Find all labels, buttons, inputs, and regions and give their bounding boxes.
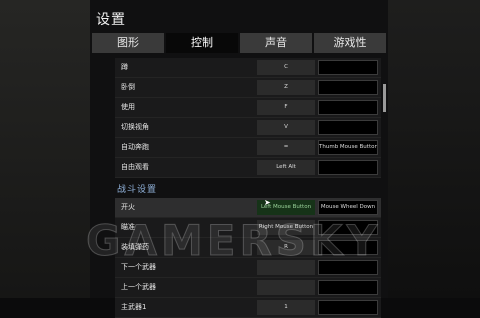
binding-label: 蹲 bbox=[121, 63, 128, 71]
binding-label: 开火 bbox=[121, 203, 135, 211]
tab-audio[interactable]: 声音 bbox=[240, 33, 312, 53]
primary-key-slot[interactable]: C bbox=[257, 60, 315, 75]
background-left bbox=[0, 0, 90, 298]
primary-key-slot[interactable]: Left Alt bbox=[257, 160, 315, 175]
tab-controls[interactable]: 控制 bbox=[166, 33, 238, 53]
binding-row-fire: 开火 Left Mouse Button Mouse Wheel Down bbox=[115, 198, 381, 218]
primary-key-slot[interactable]: Z bbox=[257, 80, 315, 95]
tab-gameplay[interactable]: 游戏性 bbox=[314, 33, 386, 53]
secondary-key-slot[interactable] bbox=[318, 80, 378, 95]
secondary-key-slot[interactable] bbox=[318, 120, 378, 135]
primary-key-slot[interactable]: V bbox=[257, 120, 315, 135]
binding-row-auto-run: 自动奔跑 = Thumb Mouse Button bbox=[115, 138, 381, 158]
binding-row-free-look: 自由观看 Left Alt bbox=[115, 158, 381, 178]
binding-row-use: 使用 F bbox=[115, 98, 381, 118]
binding-row-prone: 卧倒 Z bbox=[115, 78, 381, 98]
primary-key-slot[interactable] bbox=[257, 280, 315, 295]
primary-key-slot[interactable]: 1 bbox=[257, 300, 315, 315]
binding-row-crouch: 蹲 C bbox=[115, 58, 381, 78]
binding-row-toggle-view: 切换视角 V bbox=[115, 118, 381, 138]
mouse-cursor-icon: ➤ bbox=[264, 198, 271, 207]
secondary-key-slot[interactable] bbox=[318, 280, 378, 295]
secondary-key-slot[interactable] bbox=[318, 60, 378, 75]
background-right bbox=[388, 0, 480, 298]
binding-label: 切换视角 bbox=[121, 123, 149, 131]
primary-key-slot[interactable]: = bbox=[257, 140, 315, 155]
binding-label: 自动奔跑 bbox=[121, 143, 149, 151]
secondary-key-slot[interactable]: Mouse Wheel Down bbox=[318, 200, 378, 215]
binding-row-primary-weapon-1: 主武器1 1 bbox=[115, 298, 381, 318]
watermark: GAMERSKY bbox=[85, 216, 382, 266]
binding-label: 主武器1 bbox=[121, 303, 147, 311]
secondary-key-slot[interactable] bbox=[318, 160, 378, 175]
section-title: 战斗设置 bbox=[117, 185, 158, 195]
settings-title: 设置 bbox=[96, 12, 126, 28]
binding-label: 上一个武器 bbox=[121, 283, 156, 291]
scrollbar-thumb[interactable] bbox=[383, 84, 386, 112]
binding-label: 卧倒 bbox=[121, 83, 135, 91]
binding-label: 使用 bbox=[121, 103, 135, 111]
secondary-key-slot[interactable] bbox=[318, 300, 378, 315]
settings-tabs: 图形 控制 声音 游戏性 bbox=[92, 33, 386, 53]
secondary-key-slot[interactable]: Thumb Mouse Button bbox=[318, 140, 378, 155]
tab-graphics[interactable]: 图形 bbox=[92, 33, 164, 53]
binding-row-previous-weapon: 上一个武器 bbox=[115, 278, 381, 298]
binding-label: 自由观看 bbox=[121, 163, 149, 171]
secondary-key-slot[interactable] bbox=[318, 100, 378, 115]
section-header-combat: 战斗设置 bbox=[115, 178, 381, 198]
keybinding-list: 蹲 C 卧倒 Z 使用 F 切换视角 V 自动奔跑 = Thumb Mouse … bbox=[115, 58, 381, 318]
primary-key-slot[interactable]: F bbox=[257, 100, 315, 115]
